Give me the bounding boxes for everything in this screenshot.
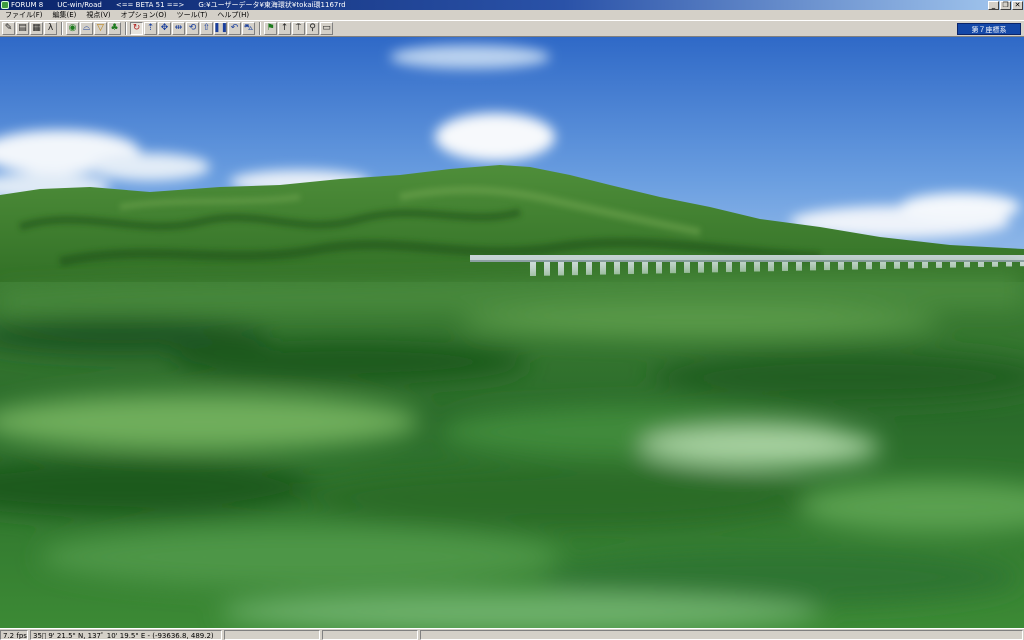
viaduct-pier: [866, 262, 872, 270]
status-field: [224, 629, 320, 640]
toolbar-separator: [259, 22, 261, 35]
viaduct-pier: [978, 262, 984, 268]
menu-help[interactable]: ヘルプ(H): [212, 10, 254, 20]
viaduct-pier: [628, 262, 634, 275]
grid-icon[interactable]: ▦: [30, 22, 43, 35]
viaduct-pier: [530, 262, 536, 276]
viaduct-pier: [754, 262, 760, 272]
person-icon[interactable]: λ: [44, 22, 57, 35]
move-icon[interactable]: ✥: [158, 22, 171, 35]
menu-view[interactable]: 視点(V): [81, 10, 115, 20]
viaduct-pier: [936, 262, 942, 268]
walk-up-icon[interactable]: ⇡: [144, 22, 157, 35]
menu-bar: ファイル(F) 編集(E) 視点(V) オプション(O) ツール(T) ヘルプ(…: [0, 10, 1024, 20]
viaduct-pier: [810, 262, 816, 271]
fps-readout: 7.2 fps: [0, 629, 28, 640]
close-button[interactable]: ✕: [1012, 0, 1023, 10]
viaduct-pier: [670, 262, 676, 274]
up-arrow-icon[interactable]: ↑: [278, 22, 291, 35]
toolbar-separator: [61, 22, 63, 35]
toolbar-separator: [125, 22, 127, 35]
pause-icon[interactable]: ❚❚: [213, 22, 228, 35]
viaduct-pier: [726, 262, 732, 273]
road-icon[interactable]: ▤: [16, 22, 29, 35]
viaduct-pier: [600, 262, 606, 275]
terrain-icon[interactable]: ◉: [66, 22, 79, 35]
car-icon[interactable]: ⛍: [242, 22, 255, 35]
viaduct-pier: [656, 262, 662, 274]
title-bar: FORUM 8 UC-win/Road <== BETA 51 ==> G:¥ユ…: [0, 0, 1024, 10]
scene-canvas[interactable]: [0, 37, 1024, 628]
orbit-icon[interactable]: ⟲: [186, 22, 199, 35]
viaduct-pier: [922, 262, 928, 269]
runner-icon[interactable]: ⚲: [306, 22, 319, 35]
position-readout: 35ﾟ 9' 21.5" N, 137ﾟ 10' 19.5" E - (-936…: [30, 629, 222, 640]
viaduct-pier: [824, 262, 830, 271]
viaduct-pier: [642, 262, 648, 274]
standing-icon[interactable]: ⍑: [292, 22, 305, 35]
viaduct-pier: [838, 262, 844, 270]
viaduct-pier: [894, 262, 900, 269]
viaduct-pier: [544, 262, 550, 276]
viaduct-pier: [712, 262, 718, 273]
file-path: G:¥ユーザーデータ¥東海環状¥tokai環1167rd: [198, 1, 346, 9]
viaduct-pier: [768, 262, 774, 272]
viaduct-pier: [964, 262, 970, 268]
viaduct-pier: [572, 262, 578, 276]
viaduct-pier: [558, 262, 564, 276]
menu-edit[interactable]: 編集(E): [48, 10, 82, 20]
menu-options[interactable]: オプション(O): [116, 10, 172, 20]
viaduct-pier: [992, 262, 998, 267]
viaduct-pier: [950, 262, 956, 268]
3d-viewport[interactable]: [0, 37, 1024, 628]
app-title: FORUM 8: [11, 1, 44, 9]
viaduct-pier: [684, 262, 690, 273]
restore-button[interactable]: ❐: [1000, 0, 1011, 10]
back-icon[interactable]: ↶: [228, 22, 241, 35]
status-bar: 7.2 fps 35ﾟ 9' 21.5" N, 137ﾟ 10' 19.5" E…: [0, 628, 1024, 640]
viaduct-pier: [852, 262, 858, 270]
coordinate-system-button[interactable]: 第７座標系: [957, 23, 1021, 35]
raise-icon[interactable]: ⇧: [200, 22, 213, 35]
viaduct-pier: [1020, 262, 1024, 267]
eraser-icon[interactable]: ▭: [320, 22, 333, 35]
viaduct-pier: [740, 262, 746, 272]
menu-file[interactable]: ファイル(F): [0, 10, 48, 20]
viaduct-pier: [880, 262, 886, 269]
minimize-button[interactable]: _: [988, 0, 999, 10]
menu-tools[interactable]: ツール(T): [172, 10, 213, 20]
viaduct-pier: [908, 262, 914, 269]
viaduct: [470, 255, 1024, 262]
viaduct-pier: [586, 262, 592, 275]
status-field: [420, 629, 1023, 640]
sky-icon[interactable]: ⌓: [80, 22, 93, 35]
viaduct-pier: [796, 262, 802, 271]
shield-icon[interactable]: ▽: [94, 22, 107, 35]
toolbar: ✎ ▤ ▦ λ ◉ ⌓ ▽ ♣ ↻ ⇡ ✥ ⇹ ⟲ ⇧ ❚❚ ↶ ⛍ ⚑ ↑ ⍑…: [0, 20, 1024, 37]
pencil-icon[interactable]: ✎: [2, 22, 15, 35]
viaduct-pier: [1006, 262, 1012, 267]
tree-icon[interactable]: ♣: [108, 22, 121, 35]
viaduct-pier: [782, 262, 788, 271]
pan-icon[interactable]: ⇹: [172, 22, 185, 35]
viaduct-pier: [614, 262, 620, 275]
app-subtitle: UC-win/Road: [57, 1, 102, 9]
status-field: [322, 629, 418, 640]
app-icon: [1, 1, 9, 9]
viaduct-pier: [698, 262, 704, 273]
flag-icon[interactable]: ⚑: [264, 22, 277, 35]
beta-label: <== BETA 51 ==>: [115, 1, 185, 9]
rotate-icon[interactable]: ↻: [130, 22, 143, 35]
